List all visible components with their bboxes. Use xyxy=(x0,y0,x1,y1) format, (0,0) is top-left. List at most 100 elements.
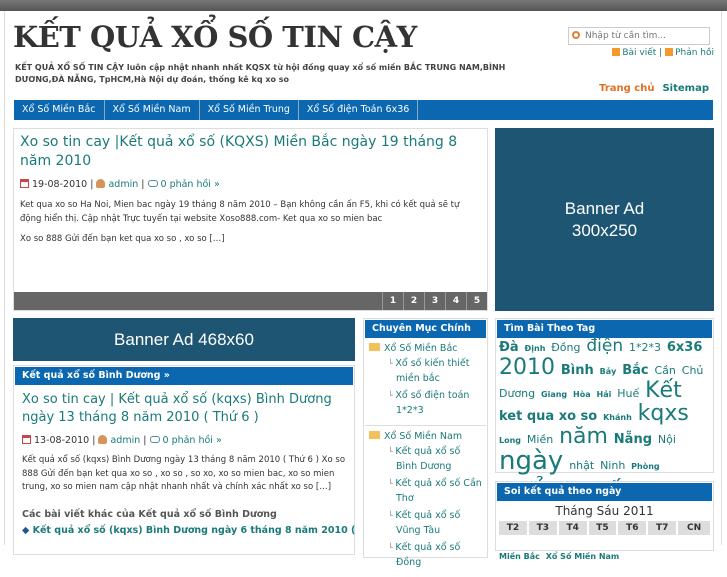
calendar-day-header: T5 xyxy=(588,521,617,535)
tag-link[interactable]: Giang xyxy=(541,390,567,399)
rss-icon xyxy=(612,48,621,56)
calendar-day-header: T2 xyxy=(499,521,527,535)
tag-link[interactable]: Huế xyxy=(617,387,639,400)
post-date: 13-08-2010 xyxy=(34,435,90,446)
tag-link[interactable]: Khánh xyxy=(603,413,632,422)
slider-pager: 1 2 3 4 5 xyxy=(14,292,487,310)
tag-link[interactable]: điện xyxy=(586,336,623,356)
tag-link[interactable]: Long xyxy=(499,436,521,445)
tag-link[interactable]: Định xyxy=(525,344,546,353)
tag-link[interactable]: Bắc xyxy=(622,363,648,378)
sitemap-link[interactable]: Sitemap xyxy=(662,83,709,94)
search-icon xyxy=(572,31,580,39)
calendar-day-header: T3 xyxy=(528,521,557,535)
tag-link[interactable]: Kết xyxy=(645,378,682,403)
tag-link[interactable]: Hòa xyxy=(573,390,591,399)
featured-post-title[interactable]: Xo so tin cay |Kết quả xổ số (KQXS) Miền… xyxy=(20,133,481,171)
calendar-day-header: CN xyxy=(678,521,710,535)
categories-header: Chuyên Mục Chính xyxy=(365,320,486,338)
nav-dien-toan[interactable]: Xổ Số điện Toán 6x36 xyxy=(299,100,419,120)
banner-ad-300x250[interactable]: Banner Ad 300x250 xyxy=(495,128,714,311)
search-placeholder: Nhập từ cần tìm... xyxy=(585,31,667,41)
subcategory-item[interactable]: Xổ số kiến thiết miền bắc xyxy=(369,356,482,386)
featured-post: Xo so tin cay |Kết quả xổ số (KQXS) Miền… xyxy=(13,128,488,311)
home-link[interactable]: Trang chủ xyxy=(599,83,654,94)
category-box: Kết quả xổ số Bình Dương » Xo so tin cay… xyxy=(13,365,355,555)
tag-link[interactable]: Hải xyxy=(597,390,612,399)
comments-link[interactable]: 0 phản hồi » xyxy=(163,435,222,446)
tag-link[interactable]: Đà xyxy=(499,340,519,355)
comments-feed-link[interactable]: Phản hồi xyxy=(675,48,714,58)
subcategory-item[interactable]: Kết quả xổ số Bình Dương xyxy=(369,444,482,474)
tag-link[interactable]: 2010 xyxy=(499,355,555,380)
tag-link[interactable]: Miền xyxy=(527,433,553,446)
tag-link[interactable]: Xổ Số Miền Nam xyxy=(546,552,620,561)
bullet-icon: ◆ xyxy=(22,524,33,536)
pager-5[interactable]: 5 xyxy=(466,292,487,310)
tag-link[interactable]: 6x36 xyxy=(667,340,703,355)
category-mien-nam[interactable]: Xổ Số Miền Nam xyxy=(369,431,482,442)
tag-link[interactable]: Đồng xyxy=(551,341,580,354)
nav-mien-bac[interactable]: Xổ Số Miền Bắc xyxy=(14,100,105,120)
site-tagline: KẾT QUẢ XỔ SỐ TIN CẬY luôn cập nhật nhan… xyxy=(15,63,506,84)
tag-link[interactable]: năm xyxy=(559,424,608,449)
feed-links: Bài viết | Phản hồi xyxy=(612,48,714,58)
search-input[interactable]: Nhập từ cần tìm... xyxy=(568,27,710,45)
pager-4[interactable]: 4 xyxy=(445,292,466,310)
subcategory-item[interactable]: Xổ số điện toán 1*2*3 xyxy=(369,388,482,418)
tag-link[interactable]: Cần xyxy=(654,364,675,377)
subcategory-item[interactable]: Kết quả xổ số Cần Thơ xyxy=(369,476,482,506)
tag-link[interactable]: Nội xyxy=(658,433,676,446)
tag-link[interactable]: Phòng xyxy=(631,462,659,471)
tag-cloud-widget: Tìm Bài Theo Tag Đà Định Đồng điện 1*2*3… xyxy=(495,318,714,561)
tag-link[interactable]: Nẵng xyxy=(614,432,652,447)
pager-2[interactable]: 2 xyxy=(403,292,424,310)
calendar-day-header: T6 xyxy=(618,521,647,535)
pager-1[interactable]: 1 xyxy=(382,292,403,310)
calendar-month: Tháng Sáu 2011 xyxy=(555,504,654,518)
tag-link[interactable]: nhật xyxy=(569,459,594,472)
other-post-link[interactable]: ◆ Kết quả xổ số (kqxs) Bình Dương ngày 6… xyxy=(22,524,355,536)
post-date: 19-08-2010 xyxy=(32,179,88,190)
calendar-widget: Soi kết quả theo ngày Tháng Sáu 2011 T2 T… xyxy=(495,481,714,551)
calendar-day-header: T4 xyxy=(558,521,587,535)
other-posts-heading: Các bài viết khác của Kết quả xổ số Bình… xyxy=(22,508,277,520)
banner-ad-468x60[interactable]: Banner Ad 468x60 xyxy=(13,318,355,361)
tag-link[interactable]: Chủ xyxy=(682,364,704,377)
posts-feed-link[interactable]: Bài viết xyxy=(622,48,656,58)
tag-link[interactable]: kqxs xyxy=(638,401,689,426)
categories-widget: Chuyên Mục Chính Xổ Số Miền Bắc Xổ số ki… xyxy=(363,318,488,568)
comment-icon xyxy=(147,180,158,187)
author-link[interactable]: admin xyxy=(110,435,140,446)
folder-icon xyxy=(369,343,380,351)
author-link[interactable]: admin xyxy=(108,179,138,190)
calendar-icon xyxy=(22,435,31,444)
tag-link[interactable]: Ninh xyxy=(600,459,625,472)
main-nav: Xổ Số Miền Bắc Xổ Số Miền Nam Xổ Số Miền… xyxy=(14,100,713,120)
comments-link[interactable]: 0 phản hồi » xyxy=(161,179,220,190)
tag-link[interactable]: 1*2*3 xyxy=(629,341,661,354)
tag-link[interactable]: ket qua xo so xyxy=(499,409,597,424)
banner-label: Banner Ad 300x250 xyxy=(564,199,645,240)
tag-link[interactable]: Dương xyxy=(499,387,535,400)
tag-link[interactable]: Bảy xyxy=(600,367,617,376)
subcategory-item[interactable]: Kết quả xổ số Vũng Tàu xyxy=(369,508,482,538)
category-post-title[interactable]: Xo so tin cay | Kết quả xổ số (kqxs) Bìn… xyxy=(22,391,346,427)
nav-mien-nam[interactable]: Xổ Số Miền Nam xyxy=(105,100,200,120)
tag-link[interactable]: Bình xyxy=(561,363,594,378)
category-label: Xổ Số Miền Bắc xyxy=(384,343,458,354)
user-icon xyxy=(98,435,108,444)
comment-icon xyxy=(149,436,160,443)
category-mien-bac[interactable]: Xổ Số Miền Bắc xyxy=(369,343,482,354)
rss-icon xyxy=(665,48,674,56)
nav-mien-trung[interactable]: Xổ Số Miền Trung xyxy=(200,100,299,120)
pager-3[interactable]: 3 xyxy=(424,292,445,310)
site-title[interactable]: KẾT QUẢ XỔ SỐ TIN CẬY xyxy=(13,20,417,54)
calendar-table: T2 T3 T4 T5 T6 T7 CN xyxy=(497,519,712,537)
tag-link[interactable]: ngày xyxy=(499,446,563,476)
post-meta: 13-08-2010 | admin | 0 phản hồi » xyxy=(22,435,346,446)
user-icon xyxy=(96,179,106,188)
banner-label: Banner Ad 468x60 xyxy=(114,330,254,349)
category-header[interactable]: Kết quả xổ số Bình Dương » xyxy=(15,367,353,385)
post-excerpt: Kết quả xổ số (kqxs) Bình Dương ngày 13 … xyxy=(22,455,346,492)
